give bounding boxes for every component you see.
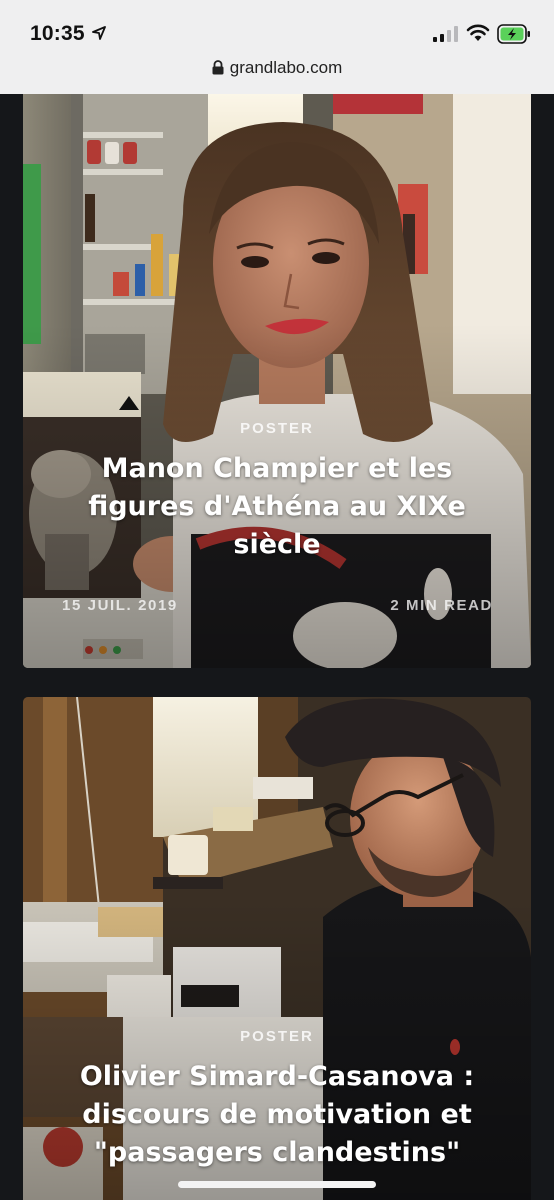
post-tag[interactable]: POSTER <box>23 1028 531 1045</box>
post-card[interactable]: POSTER Olivier Simard-Casanova : discour… <box>23 697 531 1200</box>
post-tag[interactable]: POSTER <box>23 420 531 437</box>
url-text: grandlabo.com <box>229 58 343 77</box>
cellular-signal-icon <box>433 26 458 42</box>
image-overlay <box>23 94 531 668</box>
battery-charging-icon <box>497 24 530 44</box>
home-indicator[interactable] <box>178 1181 376 1188</box>
post-reading-time: 2 MIN READ <box>390 597 493 614</box>
post-date: 15 JUIL. 2019 <box>62 597 178 614</box>
post-card[interactable]: POSTER Manon Champier et les figures d'A… <box>23 94 531 668</box>
status-bar: 10:35 grandlabo.com <box>0 0 554 94</box>
wifi-icon <box>466 24 490 41</box>
post-title[interactable]: Olivier Simard-Casanova : discours de mo… <box>53 1058 501 1172</box>
lock-icon <box>212 60 224 75</box>
post-title[interactable]: Manon Champier et les figures d'Athéna a… <box>63 450 491 564</box>
address-bar[interactable]: grandlabo.com <box>0 58 554 82</box>
clock: 10:35 <box>30 22 85 45</box>
location-arrow-icon <box>92 26 106 40</box>
